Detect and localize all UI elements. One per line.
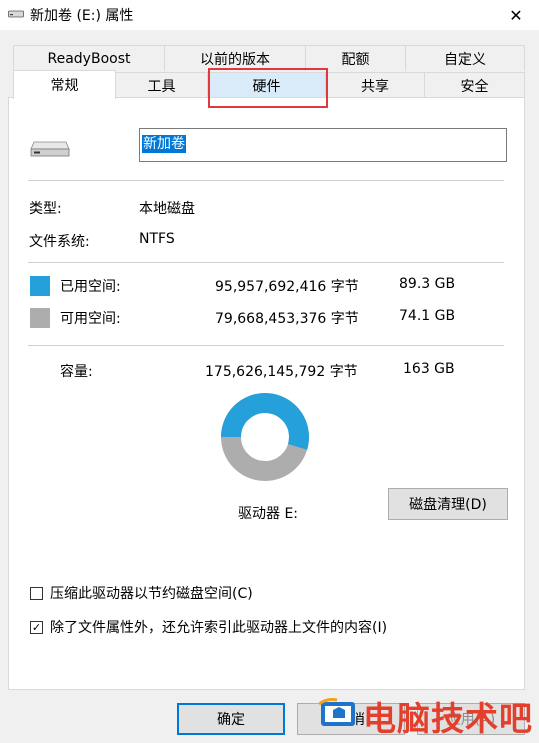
free-space-swatch <box>30 308 50 328</box>
capacity-bytes: 175,626,145,792 字节 <box>205 364 358 380</box>
window-title: 新加卷 (E:) 属性 <box>30 8 134 24</box>
divider <box>28 262 504 263</box>
watermark-text: 电脑技术吧 <box>363 699 533 738</box>
free-space-bytes: 79,668,453,376 字节 <box>215 311 359 327</box>
close-icon: ✕ <box>509 5 523 25</box>
close-button[interactable]: ✕ <box>493 0 539 30</box>
tab-general[interactable]: 常规 <box>13 70 116 99</box>
monitor-logo-icon <box>319 698 355 726</box>
used-space-size: 89.3 GB <box>399 276 456 292</box>
ok-button[interactable]: 确定 <box>177 703 285 735</box>
used-space-swatch <box>30 276 50 296</box>
title-bar: 新加卷 (E:) 属性 ✕ <box>0 0 539 30</box>
compress-option[interactable]: 压缩此驱动器以节约磁盘空间(C) <box>30 583 253 603</box>
compress-label: 压缩此驱动器以节约磁盘空间(C) <box>50 586 253 602</box>
drive-label: 驱动器 E: <box>238 506 299 522</box>
divider <box>28 345 504 346</box>
tab-readyboost[interactable]: ReadyBoost <box>13 45 165 71</box>
tab-tools[interactable]: 工具 <box>115 72 208 98</box>
free-space-label: 可用空间: <box>60 311 121 327</box>
type-value: 本地磁盘 <box>139 201 195 217</box>
index-label: 除了文件属性外，还允许索引此驱动器上文件的内容(I) <box>50 620 388 636</box>
index-checkbox[interactable]: ✓ <box>30 620 43 634</box>
filesystem-label: 文件系统: <box>29 234 90 250</box>
type-label: 类型: <box>29 201 62 217</box>
disk-cleanup-button[interactable]: 磁盘清理(D) <box>388 488 508 520</box>
index-option[interactable]: ✓ 除了文件属性外，还允许索引此驱动器上文件的内容(I) <box>30 617 387 637</box>
free-space-size: 74.1 GB <box>399 308 456 324</box>
hard-drive-icon <box>30 141 70 157</box>
tab-customize[interactable]: 自定义 <box>405 45 525 71</box>
watermark: 电脑技术吧 <box>319 692 533 740</box>
compress-checkbox[interactable] <box>30 586 43 600</box>
drive-icon <box>8 10 24 18</box>
capacity-label: 容量: <box>60 364 93 380</box>
divider <box>28 180 504 181</box>
used-space-bytes: 95,957,692,416 字节 <box>215 279 359 295</box>
used-space-label: 已用空间: <box>60 279 121 295</box>
tab-security[interactable]: 安全 <box>424 72 525 98</box>
volume-name-selected-text: 新加卷 <box>142 135 186 153</box>
filesystem-value: NTFS <box>139 231 175 247</box>
volume-name-input[interactable]: 新加卷 <box>139 128 507 162</box>
hardware-tab-highlight <box>208 68 328 108</box>
tab-sharing[interactable]: 共享 <box>325 72 425 98</box>
usage-donut-chart <box>221 393 309 481</box>
capacity-size: 163 GB <box>403 361 455 377</box>
